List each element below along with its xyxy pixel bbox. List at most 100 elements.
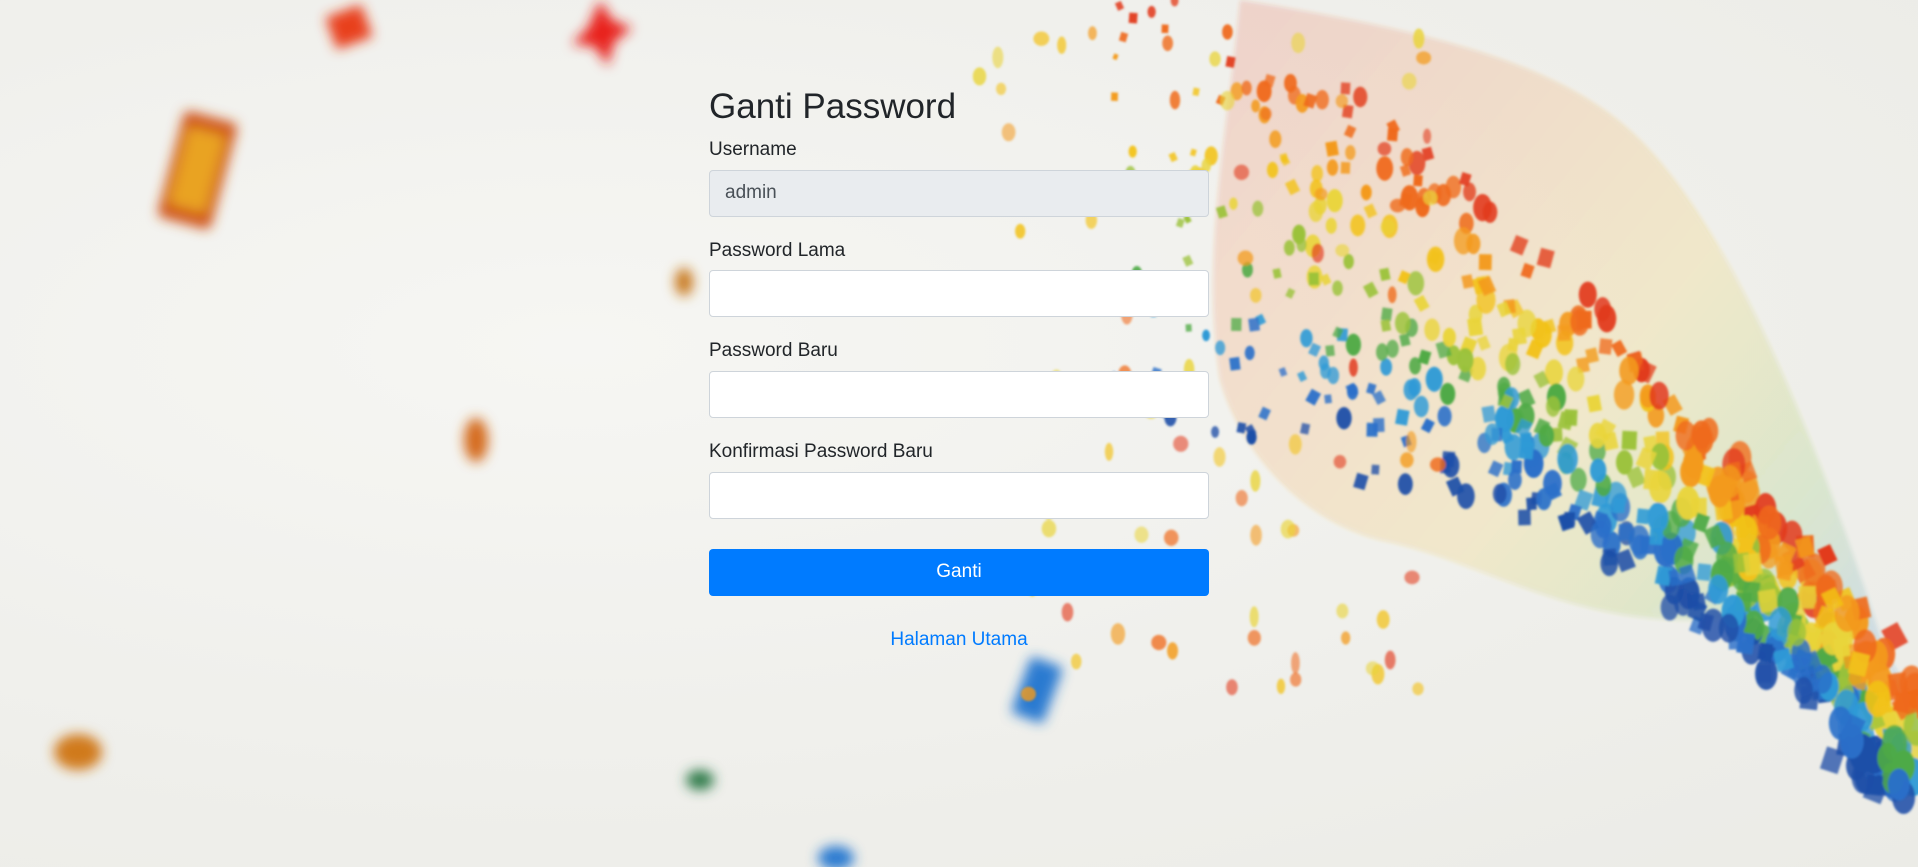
confetti-piece [1311,243,1324,263]
new-password-group: Password Baru [709,339,1209,419]
confetti-piece [1341,631,1351,645]
confetti-piece [1590,520,1610,549]
confetti-piece [1546,396,1561,417]
confetti-piece [1675,420,1697,451]
confetti-piece [1412,682,1424,696]
confetti-piece [1229,197,1238,210]
confetti-piece [1696,563,1712,581]
confetti-piece [1424,318,1440,342]
confetti-piece [1400,452,1414,468]
confetti-piece [1233,164,1250,180]
confetti-piece [1360,184,1372,201]
confetti-piece [1557,324,1571,341]
confetti-piece [1387,286,1397,304]
confetti-piece [1588,422,1607,449]
confetti-piece [1365,661,1380,676]
confetti-piece [992,46,1004,69]
submit-button[interactable]: Ganti [709,548,1209,596]
confetti-piece [1291,652,1300,674]
confetti-piece [1404,570,1420,585]
confetti-piece [1128,12,1138,24]
confetti-piece [1244,345,1255,361]
confetti-piece [1613,498,1625,513]
confetti-piece [1423,128,1432,144]
confetti-piece [1250,524,1262,546]
confetti-piece [1311,165,1323,182]
confetti-piece [1736,632,1756,655]
confetti-piece [1619,356,1639,385]
confetti-piece [1453,227,1473,255]
confetti-piece [1112,53,1119,61]
confetti-piece [1590,458,1607,483]
old-password-input[interactable] [709,270,1209,318]
confetti-piece [1340,82,1351,95]
confetti-piece [1615,450,1633,475]
confetti-piece [1602,548,1617,566]
confetti-piece [1327,366,1340,385]
confetti-piece [1088,26,1097,41]
confetti-piece [1833,637,1851,658]
confetti-piece [1209,51,1221,67]
confetti-piece [1425,366,1443,392]
confirm-password-input[interactable] [709,471,1209,519]
confetti-piece [1384,650,1396,670]
confetti-piece [1071,653,1082,670]
confetti-piece [1314,187,1328,201]
confetti-piece [1247,630,1261,646]
confetti-piece [1386,339,1399,358]
confetti-piece [1162,35,1174,52]
confetti-piece [1225,56,1236,68]
confetti-piece [1226,679,1238,696]
confetti-piece [1413,174,1423,187]
confetti-piece [1409,357,1422,375]
confetti-piece [1269,130,1282,149]
username-group: Username [709,138,1209,217]
confetti-piece [1887,768,1910,801]
confetti-piece [1400,148,1414,167]
confetti-piece [1147,5,1156,18]
confetti-piece [1636,508,1650,525]
page-title: Ganti Password [709,87,957,126]
confetti-piece [1222,24,1233,40]
confetti-piece [1308,272,1320,286]
confetti-piece [1343,253,1354,270]
confetti-piece [1380,219,1396,235]
confetti-piece [1161,24,1169,34]
confetti-piece [1426,246,1445,272]
confetti-piece [1812,664,1833,694]
confetti-piece [1325,344,1335,357]
confetti-piece [1353,86,1368,108]
username-input[interactable] [709,169,1209,217]
confetti-piece [1408,378,1422,397]
confetti-piece [1394,311,1411,335]
confetti-piece [1563,409,1578,426]
home-link[interactable]: Halaman Utama [709,629,1209,651]
confetti-piece [1798,585,1817,609]
confetti-piece [1377,142,1392,156]
confetti-piece [1020,686,1036,702]
confetti-piece [1324,394,1332,404]
confetti-piece [1389,198,1406,213]
confetti-piece [1482,201,1498,223]
confetti-piece [1336,406,1352,430]
confetti-piece [1492,483,1507,504]
confetti-piece [1114,0,1125,11]
confetti-piece [1325,140,1339,157]
confetti-piece [1340,161,1351,174]
confetti-piece [1794,676,1813,704]
confetti-piece [1570,308,1590,336]
confetti-piece [1676,486,1700,520]
confetti-piece [1478,254,1492,271]
confetti-piece [1598,338,1613,355]
confetti-piece [1526,497,1537,511]
confetti-piece [1597,304,1617,333]
confetti-piece [1757,505,1782,540]
old-password-group: Password Lama [709,239,1209,318]
confetti-piece [1484,423,1500,445]
confetti-piece [1335,94,1348,108]
confetti-piece [1326,188,1343,213]
change-password-form: Ganti Password Username Password Lama Pa… [709,86,1209,651]
new-password-input[interactable] [709,371,1209,419]
confetti-piece [1430,457,1446,472]
confetti-piece [1250,287,1262,303]
